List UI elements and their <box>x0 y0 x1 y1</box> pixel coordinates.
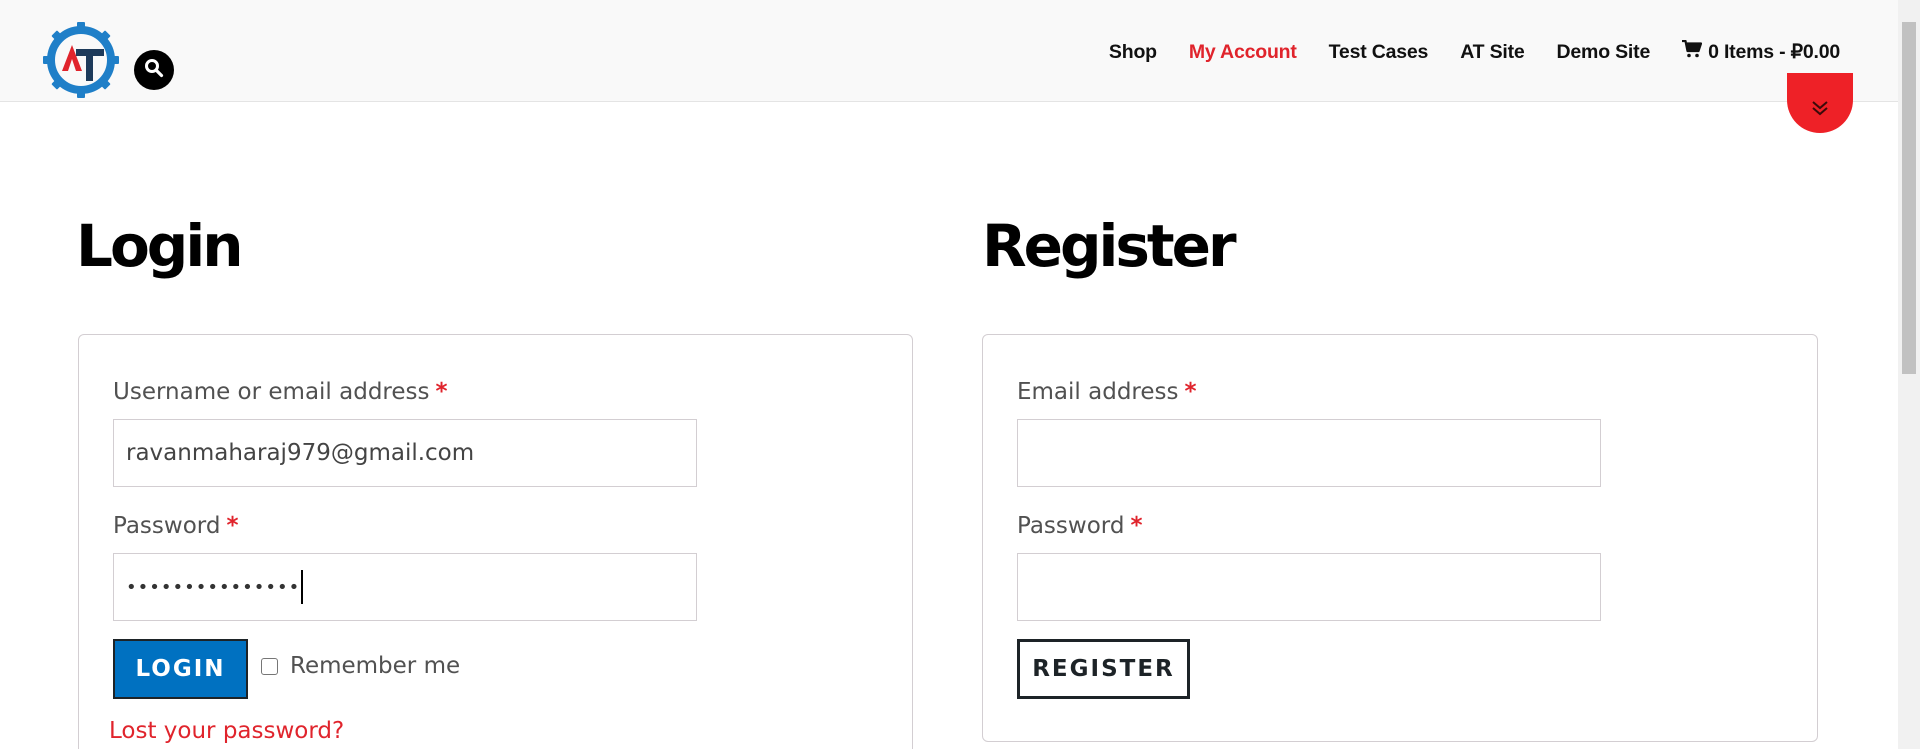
register-password-label: Password * <box>1017 513 1142 539</box>
main-nav: Shop My Account Test Cases AT Site Demo … <box>1077 39 1840 64</box>
login-button[interactable]: LOGIN <box>113 639 248 699</box>
password-label-text: Password <box>113 513 221 539</box>
nav-item-my-account[interactable]: My Account <box>1189 41 1297 64</box>
required-mark: * <box>226 513 239 539</box>
register-form: Email address * Password * REGISTER <box>982 334 1818 742</box>
cart-icon <box>1682 39 1708 64</box>
scroll-down-button[interactable] <box>1787 73 1853 133</box>
username-label: Username or email address * <box>113 379 448 405</box>
email-label-text: Email address <box>1017 379 1179 405</box>
required-mark: * <box>1184 379 1197 405</box>
remember-me-checkbox[interactable] <box>261 657 278 675</box>
search-button[interactable] <box>134 50 174 90</box>
text-caret <box>301 570 304 604</box>
register-button[interactable]: REGISTER <box>1017 639 1190 699</box>
register-heading: Register <box>982 212 1237 280</box>
scrollbar-thumb[interactable] <box>1902 22 1916 374</box>
remember-me[interactable]: Remember me <box>261 653 460 679</box>
password-input[interactable]: ••••••••••••••• <box>113 553 697 621</box>
nav-item-cart[interactable]: 0 Items - ₽0.00 <box>1682 39 1840 64</box>
required-mark: * <box>435 379 448 405</box>
password-value: ••••••••••••••• <box>126 576 301 598</box>
site-logo[interactable] <box>42 21 120 99</box>
register-password-input[interactable] <box>1017 553 1601 621</box>
password-label: Password * <box>113 513 238 539</box>
login-form: Username or email address * ravanmaharaj9… <box>78 334 913 749</box>
username-value: ravanmaharaj979@gmail.com <box>126 440 475 466</box>
site-header: Shop My Account Test Cases AT Site Demo … <box>0 0 1898 102</box>
register-password-label-text: Password <box>1017 513 1125 539</box>
remember-me-label: Remember me <box>290 653 461 679</box>
username-input[interactable]: ravanmaharaj979@gmail.com <box>113 419 697 487</box>
nav-item-at-site[interactable]: AT Site <box>1460 41 1525 64</box>
register-email-input[interactable] <box>1017 419 1601 487</box>
username-label-text: Username or email address <box>113 379 430 405</box>
cart-summary: 0 Items - ₽0.00 <box>1708 41 1840 63</box>
search-icon <box>144 58 164 83</box>
nav-item-shop[interactable]: Shop <box>1109 41 1157 64</box>
email-label: Email address * <box>1017 379 1197 405</box>
nav-item-demo-site[interactable]: Demo Site <box>1557 41 1651 64</box>
required-mark: * <box>1130 513 1143 539</box>
login-heading: Login <box>76 212 243 280</box>
nav-item-test-cases[interactable]: Test Cases <box>1329 41 1429 64</box>
page-scrollbar[interactable] <box>1898 0 1920 749</box>
double-chevron-down-icon <box>1811 100 1829 121</box>
lost-password-link[interactable]: Lost your password? <box>109 718 344 744</box>
